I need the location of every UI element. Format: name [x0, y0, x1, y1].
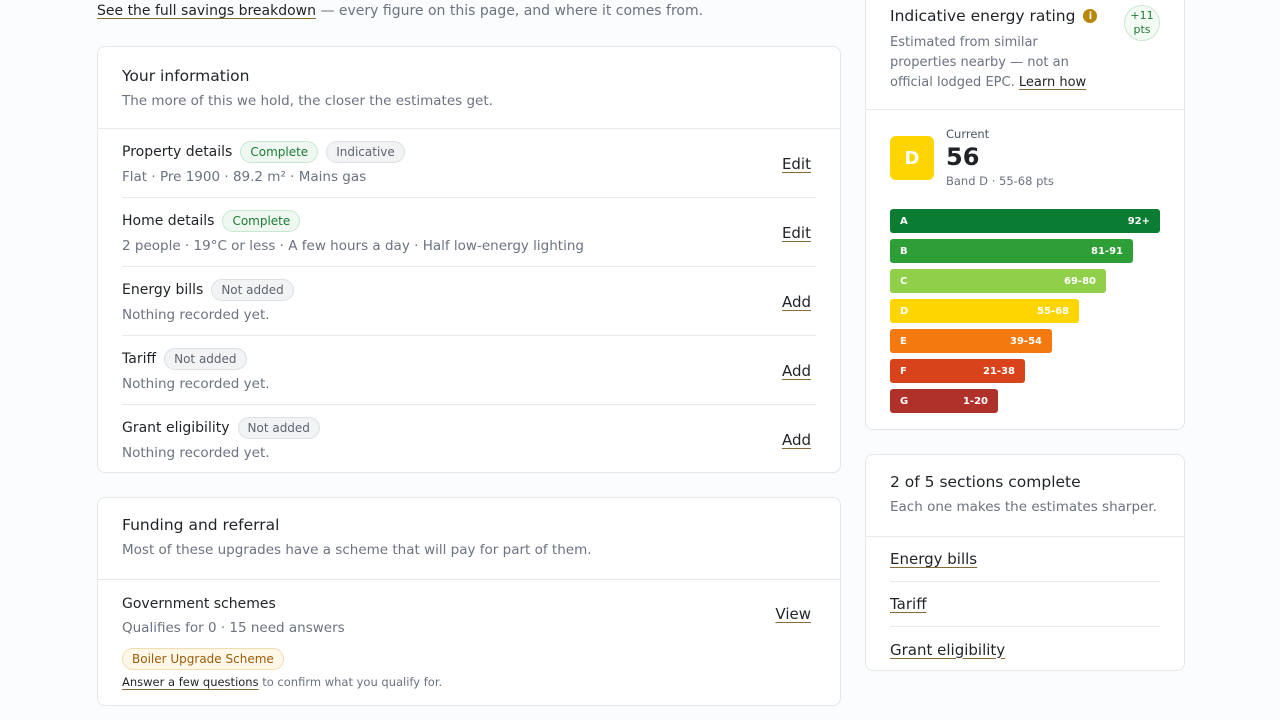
- epc-band-e: E 39-54: [890, 329, 1052, 353]
- current-band-box: D: [890, 136, 934, 180]
- energy-rating-title: Indicative energy rating i: [890, 7, 1160, 25]
- status-badge-complete: Complete: [222, 210, 301, 232]
- edit-home-details-link[interactable]: Edit: [782, 224, 811, 242]
- current-band-text: Band D · 55-68 pts: [946, 174, 1054, 188]
- band-letter: D: [900, 305, 909, 317]
- band-range: 21-38: [983, 365, 1015, 377]
- card-title: Your information: [122, 67, 250, 85]
- info-row-grant-eligibility: Grant eligibility Not added Nothing reco…: [122, 405, 816, 474]
- current-rating: D Current 56 Band D · 55-68 pts: [866, 110, 1184, 200]
- info-icon[interactable]: i: [1083, 9, 1098, 23]
- current-score: 56: [946, 143, 980, 171]
- band-letter: C: [900, 275, 908, 287]
- band-range: 92+: [1127, 215, 1150, 227]
- status-badge-indicative: Indicative: [326, 141, 405, 163]
- row-label: Tariff: [122, 351, 157, 367]
- government-schemes-section: Government schemes Qualifies for 0 · 15 …: [98, 580, 840, 705]
- scheme-badge: Boiler Upgrade Scheme: [122, 648, 284, 670]
- info-row-tariff: Tariff Not added Nothing recorded yet. A…: [122, 336, 816, 405]
- epc-band-scale: A 92+ B 81-91 C 69-80 D 55-68 E 39-54 F 21-38 G 1-20: [890, 209, 1162, 419]
- funding-header: Funding and referral Most of these upgra…: [98, 498, 840, 580]
- answer-questions-link[interactable]: Answer a few questions: [122, 675, 259, 689]
- energy-rating-header: Indicative energy rating i Estimated fro…: [866, 0, 1184, 110]
- section-item-energy-bills: Energy bills: [890, 537, 1160, 582]
- band-letter: A: [900, 215, 908, 227]
- sections-header: 2 of 5 sections complete Each one makes …: [866, 455, 1184, 537]
- energy-bills-link[interactable]: Energy bills: [890, 550, 977, 568]
- savings-breakdown-line: See the full savings breakdown — every f…: [97, 3, 703, 19]
- row-label: Property details: [122, 144, 233, 160]
- status-badge-not-added: Not added: [211, 279, 294, 301]
- row-detail: Flat · Pre 1900 · 89.2 m² · Mains gas: [122, 169, 367, 185]
- band-range: 69-80: [1064, 275, 1096, 287]
- tariff-link[interactable]: Tariff: [890, 595, 927, 613]
- info-row-energy-bills: Energy bills Not added Nothing recorded …: [122, 267, 816, 336]
- info-row-home-details: Home details Complete 2 people · 19°C or…: [122, 198, 816, 267]
- band-range: 1-20: [962, 395, 988, 407]
- row-detail: Nothing recorded yet.: [122, 445, 270, 461]
- band-letter: F: [900, 365, 907, 377]
- sections-title: 2 of 5 sections complete: [890, 473, 1081, 491]
- info-row-property-details: Property details Complete Indicative Fla…: [122, 129, 816, 198]
- savings-breakdown-link[interactable]: See the full savings breakdown: [97, 3, 316, 19]
- row-detail: 2 people · 19°C or less · A few hours a …: [122, 238, 584, 254]
- section-item-tariff: Tariff: [890, 582, 1160, 627]
- epc-band-b: B 81-91: [890, 239, 1133, 263]
- add-energy-bills-link[interactable]: Add: [782, 293, 811, 311]
- current-label: Current: [946, 127, 990, 141]
- section-item-grant-eligibility: Grant eligibility: [890, 627, 1160, 672]
- card-subtitle: The more of this we hold, the closer the…: [122, 93, 493, 109]
- band-range: 81-91: [1091, 245, 1123, 257]
- band-range: 55-68: [1037, 305, 1069, 317]
- learn-how-link[interactable]: Learn how: [1019, 75, 1086, 90]
- government-schemes-note: Answer a few questions to confirm what y…: [122, 675, 816, 689]
- points-gain-value: +11: [1130, 9, 1154, 22]
- band-letter: B: [900, 245, 908, 257]
- note-text: to confirm what you qualify for.: [262, 675, 443, 689]
- status-badge-not-added: Not added: [237, 417, 320, 439]
- row-detail: Nothing recorded yet.: [122, 307, 270, 323]
- view-schemes-link[interactable]: View: [775, 605, 811, 623]
- epc-band-g: G 1-20: [890, 389, 998, 413]
- add-tariff-link[interactable]: Add: [782, 362, 811, 380]
- energy-rating-card: Indicative energy rating i Estimated fro…: [865, 0, 1185, 430]
- epc-band-c: C 69-80: [890, 269, 1106, 293]
- status-badge-complete: Complete: [240, 141, 319, 163]
- grant-eligibility-link[interactable]: Grant eligibility: [890, 641, 1005, 659]
- your-information-header: Your information The more of this we hol…: [98, 47, 840, 129]
- your-information-card: Your information The more of this we hol…: [97, 46, 841, 473]
- energy-rating-description: Estimated from similar properties nearby…: [890, 33, 1100, 93]
- government-schemes-detail: Qualifies for 0 · 15 need answers: [122, 620, 345, 636]
- edit-property-details-link[interactable]: Edit: [782, 155, 811, 173]
- row-label: Grant eligibility: [122, 420, 230, 436]
- funding-referral-card: Funding and referral Most of these upgra…: [97, 497, 841, 706]
- card-subtitle: Most of these upgrades have a scheme tha…: [122, 542, 592, 558]
- epc-band-a: A 92+: [890, 209, 1160, 233]
- sections-subtitle: Each one makes the estimates sharper.: [890, 499, 1157, 515]
- card-title: Funding and referral: [122, 516, 280, 534]
- band-letter: E: [900, 335, 907, 347]
- status-badge-not-added: Not added: [164, 348, 247, 370]
- epc-band-d: D 55-68: [890, 299, 1079, 323]
- points-gain-badge: +11 pts: [1124, 5, 1160, 41]
- points-gain-unit: pts: [1133, 23, 1151, 36]
- add-grant-eligibility-link[interactable]: Add: [782, 431, 811, 449]
- savings-breakdown-text: — every figure on this page, and where i…: [320, 3, 704, 19]
- energy-rating-title-text: Indicative energy rating: [890, 7, 1076, 25]
- row-detail: Nothing recorded yet.: [122, 376, 270, 392]
- band-range: 39-54: [1010, 335, 1042, 347]
- government-schemes-title: Government schemes: [122, 596, 276, 612]
- row-label: Energy bills: [122, 282, 204, 298]
- epc-band-f: F 21-38: [890, 359, 1025, 383]
- row-label: Home details: [122, 213, 215, 229]
- band-letter: G: [900, 395, 909, 407]
- sections-progress-card: 2 of 5 sections complete Each one makes …: [865, 454, 1185, 671]
